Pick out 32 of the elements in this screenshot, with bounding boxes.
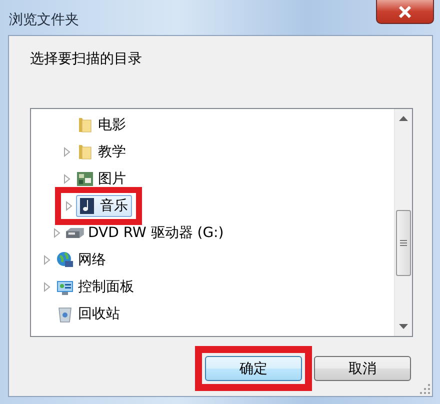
tree-item[interactable]: 控制面板 [54, 276, 138, 298]
tree-item[interactable]: 教学 [74, 140, 130, 162]
tree-item[interactable]: 图片 [74, 168, 130, 190]
folder-icon [76, 142, 94, 160]
expand-arrow-icon[interactable] [65, 200, 73, 210]
expand-arrow-icon[interactable] [63, 146, 71, 156]
pictures-icon [76, 170, 94, 188]
close-button[interactable] [376, 0, 434, 24]
recycle-bin-icon [56, 304, 74, 322]
expand-arrow-icon[interactable] [43, 254, 51, 264]
expand-arrow-icon[interactable] [53, 228, 61, 238]
expand-arrow-icon[interactable] [43, 282, 51, 292]
network-icon [56, 250, 74, 268]
grip-icon [400, 240, 407, 246]
tree-item[interactable]: 回收站 [54, 302, 124, 324]
music-icon [78, 196, 96, 214]
ok-button[interactable]: 确定 [205, 356, 302, 381]
close-icon [397, 6, 413, 18]
dvd-drive-icon [66, 228, 84, 238]
scroll-down-icon[interactable] [399, 324, 408, 329]
expand-arrow-icon[interactable] [63, 174, 71, 184]
tree-item[interactable]: DVD RW 驱动器 (G:) [64, 222, 228, 244]
resize-grip-icon[interactable] [420, 384, 430, 394]
scroll-up-icon[interactable] [399, 116, 408, 121]
scroll-thumb[interactable] [396, 210, 411, 276]
prompt-text: 选择要扫描的目录 [30, 50, 143, 69]
tree-item[interactable]: 网络 [54, 248, 110, 270]
cancel-button[interactable]: 取消 [314, 356, 411, 381]
tree-item[interactable]: 电影 [74, 114, 130, 136]
tree-item[interactable]: 音乐 [76, 194, 132, 216]
folder-icon [76, 116, 94, 134]
window-title: 浏览文件夹 [9, 11, 79, 29]
